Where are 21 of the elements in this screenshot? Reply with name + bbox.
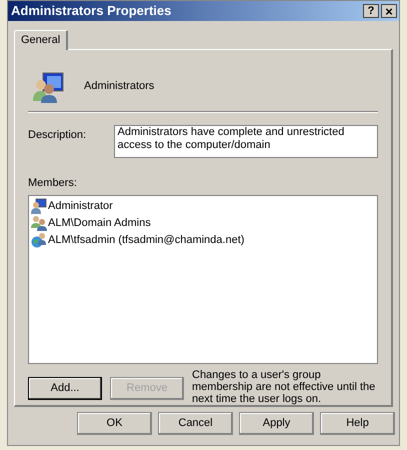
description-field[interactable]: Administrators have complete and unrestricted access to the computer/domain bbox=[114, 125, 378, 158]
dialog-button[interactable]: Add... bbox=[28, 377, 102, 400]
tab[interactable]: General bbox=[14, 30, 68, 50]
description-label: Description: bbox=[28, 128, 88, 144]
members-label: Members: bbox=[28, 176, 78, 192]
help-button[interactable]: ? bbox=[363, 4, 379, 18]
member-item[interactable]: ALM\Domain Admins bbox=[31, 214, 375, 232]
user-computer-icon bbox=[31, 198, 47, 214]
globe-user-icon bbox=[31, 232, 47, 248]
dialog-button[interactable]: Apply bbox=[239, 412, 314, 435]
member-item[interactable]: ALM\tfsadmin (tfsadmin@chaminda.net) bbox=[31, 232, 375, 249]
dialog-button[interactable]: Help bbox=[320, 412, 395, 435]
group-name: Administrators bbox=[84, 79, 154, 94]
users-computer-icon bbox=[33, 70, 65, 103]
dialog-button[interactable]: OK bbox=[77, 412, 152, 435]
window-title: Administrators Properties bbox=[10, 2, 172, 20]
close-button[interactable]: × bbox=[381, 4, 397, 18]
group-icon bbox=[31, 215, 47, 232]
membership-note: Changes to a user's group membership are not effective until the next time the user logs on. bbox=[192, 369, 376, 405]
member-item[interactable]: Administrator bbox=[31, 198, 375, 215]
dialog-button[interactable]: Cancel bbox=[158, 412, 233, 435]
